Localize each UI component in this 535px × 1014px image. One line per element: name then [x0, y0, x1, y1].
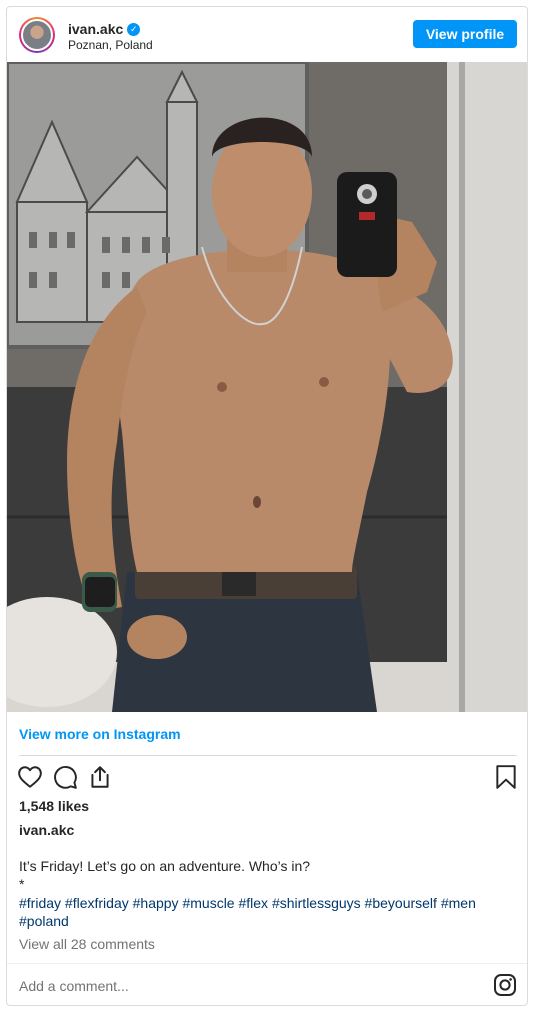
bookmark-icon[interactable] [493, 764, 519, 790]
share-icon[interactable] [87, 764, 113, 790]
likes-count[interactable]: 1,548 likes [19, 798, 89, 814]
post-header: ivan.akc ✓ Poznan, Poland View profile [7, 7, 527, 63]
avatar[interactable] [19, 17, 55, 53]
username-row: ivan.akc ✓ [68, 20, 141, 38]
hashtag-link[interactable]: #poland [19, 913, 69, 929]
avatar-image [21, 19, 53, 51]
location-link[interactable]: Poznan, Poland [68, 38, 153, 52]
heart-icon[interactable] [17, 764, 43, 790]
add-comment-input[interactable]: Add a comment... [19, 978, 129, 994]
hashtag-link[interactable]: #men [441, 895, 476, 911]
hashtag-link[interactable]: #flex [238, 895, 268, 911]
hashtag-link[interactable]: #muscle [182, 895, 234, 911]
instagram-icon[interactable] [493, 973, 517, 997]
hashtag-list: #friday #flexfriday #happy #muscle #flex… [19, 894, 515, 930]
caption-text: It’s Friday! Let’s go on an adventure. W… [19, 858, 311, 874]
post-image[interactable] [7, 62, 527, 712]
caption-author[interactable]: ivan.akc [19, 822, 74, 838]
caption-separator: * [19, 876, 25, 892]
hashtag-link[interactable]: #flexfriday [65, 895, 129, 911]
hashtag-link[interactable]: #friday [19, 895, 61, 911]
divider [7, 963, 527, 964]
hashtag-link[interactable]: #beyourself [365, 895, 437, 911]
view-all-comments-link[interactable]: View all 28 comments [19, 936, 155, 952]
hashtag-link[interactable]: #shirtlessguys [272, 895, 361, 911]
username-link[interactable]: ivan.akc [68, 21, 123, 37]
instagram-embed-card: ivan.akc ✓ Poznan, Poland View profile V… [6, 6, 528, 1006]
verified-badge-icon: ✓ [127, 22, 141, 36]
post-image-illustration [7, 62, 527, 712]
view-more-on-instagram-link[interactable]: View more on Instagram [19, 726, 181, 742]
view-profile-button[interactable]: View profile [413, 20, 517, 48]
hashtag-link[interactable]: #happy [133, 895, 179, 911]
divider [19, 755, 517, 756]
comment-icon[interactable] [52, 764, 78, 790]
